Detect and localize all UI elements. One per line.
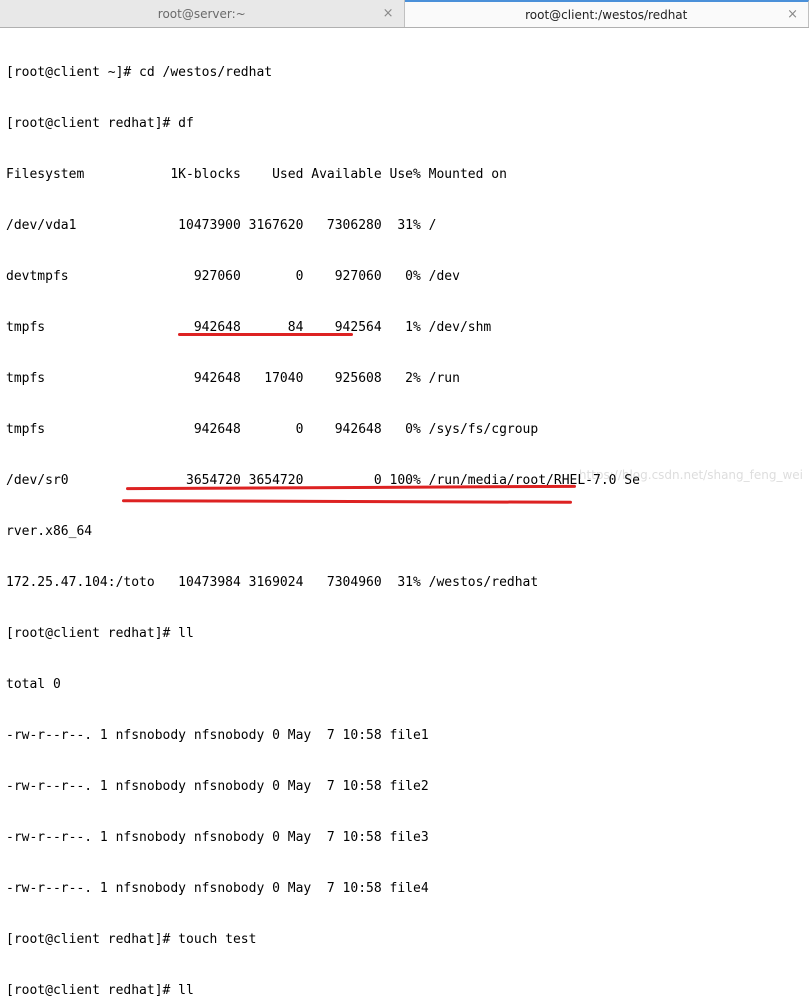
tab-bar: root@server:~ × root@client:/westos/redh…: [0, 0, 809, 28]
terminal-line: 172.25.47.104:/toto 10473984 3169024 730…: [6, 574, 803, 591]
terminal-output[interactable]: [root@client ~]# cd /westos/redhat [root…: [0, 28, 809, 1000]
terminal-line: [root@client redhat]# ll: [6, 982, 803, 999]
terminal-line: [root@client redhat]# ll: [6, 625, 803, 642]
annotation-underline: [178, 333, 353, 336]
terminal-line: rver.x86_64: [6, 523, 803, 540]
terminal-line: Filesystem 1K-blocks Used Available Use%…: [6, 166, 803, 183]
close-icon[interactable]: ×: [383, 6, 394, 21]
close-icon[interactable]: ×: [787, 7, 798, 22]
terminal-line: [root@client redhat]# touch test: [6, 931, 803, 948]
terminal-line: [root@client ~]# cd /westos/redhat: [6, 64, 803, 81]
terminal-line: -rw-r--r--. 1 nfsnobody nfsnobody 0 May …: [6, 727, 803, 744]
terminal-line: /dev/vda1 10473900 3167620 7306280 31% /: [6, 217, 803, 234]
tab-client-title: root@client:/westos/redhat: [525, 8, 687, 22]
tab-server-title: root@server:~: [158, 7, 246, 21]
terminal-line: -rw-r--r--. 1 nfsnobody nfsnobody 0 May …: [6, 880, 803, 897]
terminal-line: tmpfs 942648 17040 925608 2% /run: [6, 370, 803, 387]
terminal-line: total 0: [6, 676, 803, 693]
terminal-line: -rw-r--r--. 1 nfsnobody nfsnobody 0 May …: [6, 829, 803, 846]
tab-server[interactable]: root@server:~ ×: [0, 0, 405, 27]
terminal-line: devtmpfs 927060 0 927060 0% /dev: [6, 268, 803, 285]
terminal-line: [root@client redhat]# df: [6, 115, 803, 132]
terminal-line: tmpfs 942648 0 942648 0% /sys/fs/cgroup: [6, 421, 803, 438]
terminal-line: -rw-r--r--. 1 nfsnobody nfsnobody 0 May …: [6, 778, 803, 795]
tab-client[interactable]: root@client:/westos/redhat ×: [405, 0, 809, 27]
terminal-line: tmpfs 942648 84 942564 1% /dev/shm: [6, 319, 803, 336]
